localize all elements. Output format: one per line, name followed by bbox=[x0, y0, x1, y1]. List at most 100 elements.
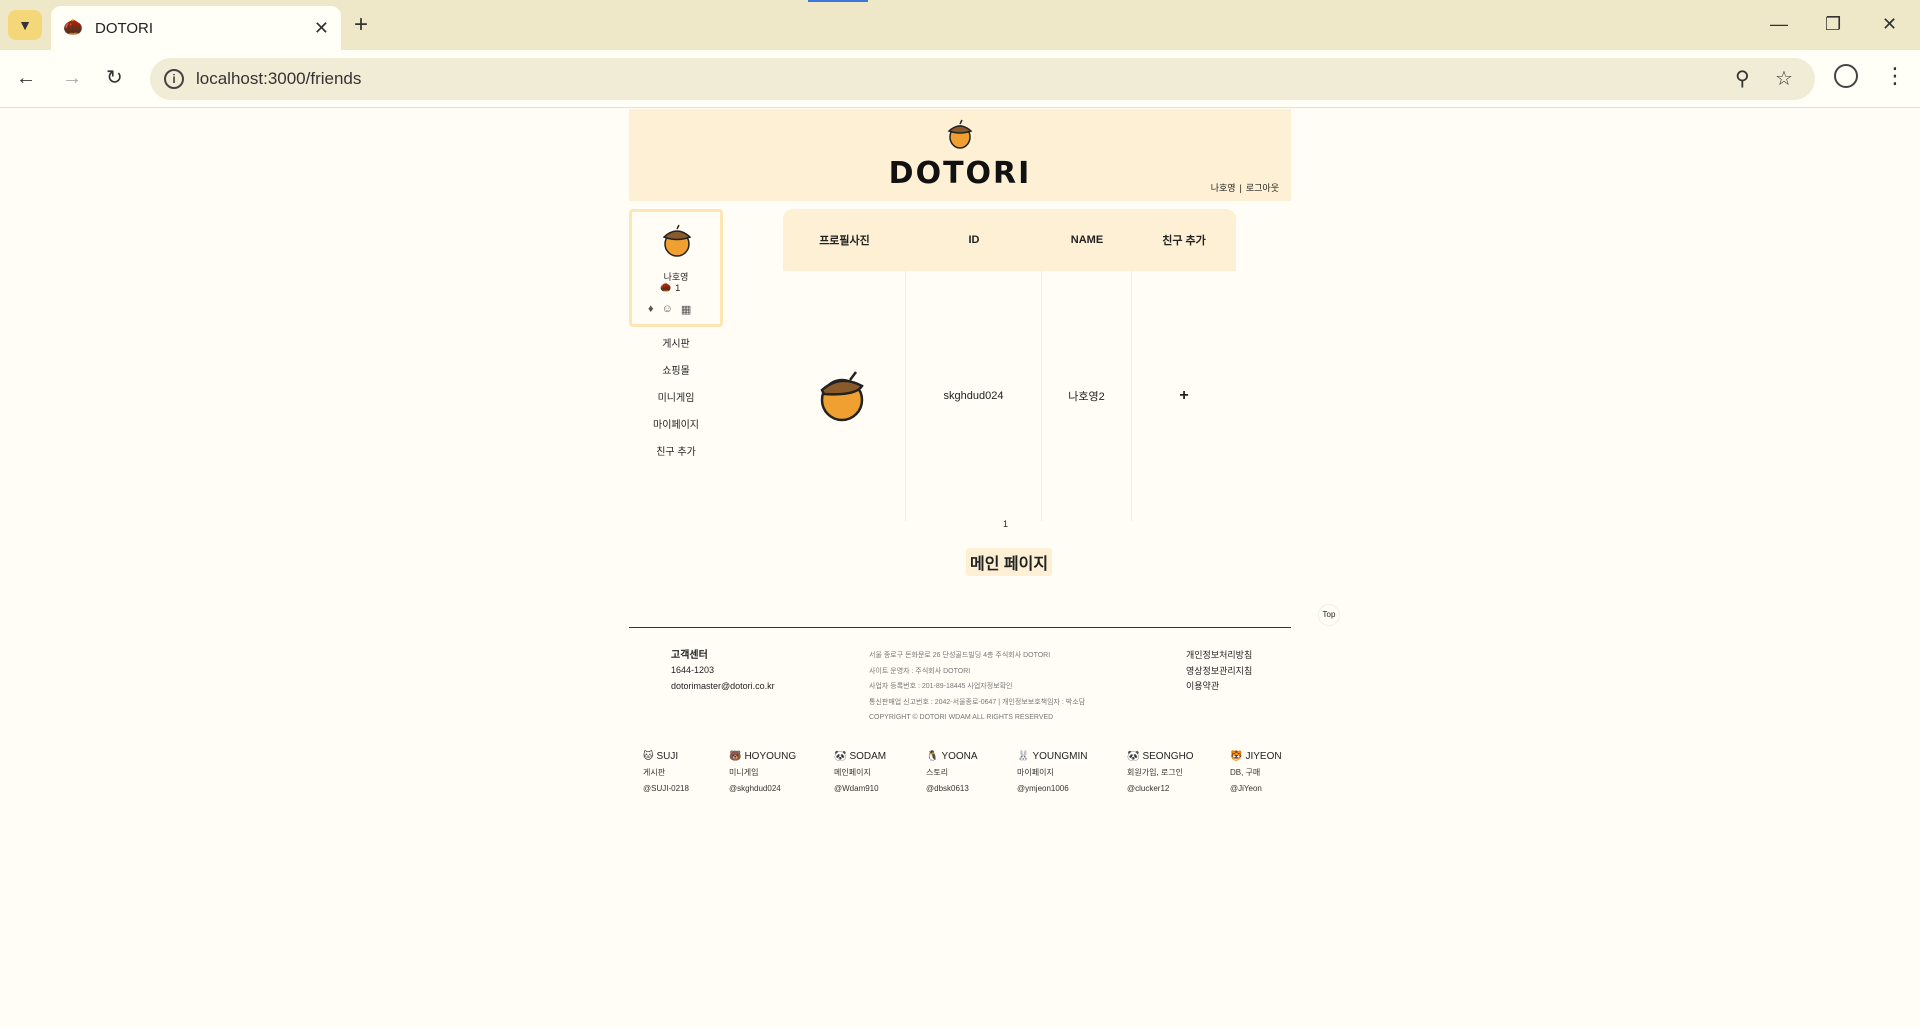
header-separator: | bbox=[1239, 183, 1242, 193]
member-role: 게시판 bbox=[643, 768, 666, 777]
column-header-profile: 프로필사진 bbox=[819, 235, 870, 247]
pagination-page-1[interactable]: 1 bbox=[1003, 519, 1008, 529]
terms-link[interactable]: 이용약관 bbox=[1186, 679, 1252, 695]
close-window-icon[interactable]: ✕ bbox=[1882, 12, 1897, 36]
acorn-logo-icon[interactable] bbox=[946, 119, 974, 149]
avatar bbox=[662, 224, 692, 257]
tiger-icon: 🐯 bbox=[1230, 751, 1243, 762]
back-icon[interactable]: ← bbox=[16, 64, 36, 92]
member-role: 회원가입, 로그인 bbox=[1127, 768, 1183, 777]
profile-actions: ♦ ☺ ▦ bbox=[648, 303, 691, 316]
browser-toolbar: ← → ↻ i localhost:3000/friends ⚲ ☆ ⋮ bbox=[0, 50, 1920, 108]
sidebar-item-board[interactable]: 게시판 bbox=[629, 336, 723, 363]
table-header: 프로필사진 ID NAME 친구 추가 bbox=[783, 209, 1236, 271]
browser-tab-bar: ▼ 🌰 DOTORI ✕ + — ❐ ✕ bbox=[0, 0, 1920, 50]
header-user-menu: 나호영 | 로그아웃 bbox=[1209, 181, 1281, 194]
customer-center-email: dotorimaster@dotori.co.kr bbox=[671, 681, 775, 691]
sidebar-item-add-friend[interactable]: 친구 추가 bbox=[629, 444, 723, 471]
more-menu-icon[interactable]: ⋮ bbox=[1884, 62, 1906, 90]
address-bar[interactable]: i localhost:3000/friends ⚲ ☆ bbox=[150, 58, 1815, 100]
member-role: DB, 구매 bbox=[1230, 768, 1261, 777]
member-name: SODAM bbox=[849, 751, 887, 762]
zoom-icon[interactable]: ⚲ bbox=[1735, 67, 1750, 91]
member-handle[interactable]: @ymjeon1006 bbox=[1017, 781, 1087, 797]
forward-icon[interactable]: → bbox=[62, 64, 82, 92]
member-handle[interactable]: @Wdam910 bbox=[834, 781, 886, 797]
member-yoona: 🐧 YOONA 스토리 @dbsk0613 bbox=[926, 749, 978, 797]
column-header-name: NAME bbox=[1070, 234, 1104, 246]
gift-icon[interactable]: ▦ bbox=[681, 303, 691, 316]
chevron-down-icon: ▼ bbox=[18, 17, 32, 33]
company-mail-order: 통신판매업 신고번호 : 2042-서울종로-0647 | 개인정보보호책임자 … bbox=[869, 698, 1086, 706]
member-handle[interactable]: @JiYeon bbox=[1230, 781, 1282, 797]
company-address: 서울 종로구 돈화문로 26 단성골드빌딩 4층 주식회사 DOTORI bbox=[869, 652, 1051, 659]
member-role: 미니게임 bbox=[729, 768, 759, 777]
member-name: HOYOUNG bbox=[744, 751, 797, 762]
acorn-avatar-icon bbox=[820, 371, 864, 422]
penguin-icon: 🐧 bbox=[926, 751, 939, 762]
tab-search-button[interactable]: ▼ bbox=[8, 10, 42, 40]
points-value: 1 bbox=[675, 282, 681, 293]
user-icon[interactable]: ☺ bbox=[662, 303, 673, 316]
new-tab-button[interactable]: + bbox=[354, 12, 368, 38]
member-seongho: 🐼 SEONGHO 회원가입, 로그인 @clucker12 bbox=[1127, 749, 1194, 797]
site-logo-text[interactable]: DOTORI bbox=[629, 156, 1291, 191]
member-name: JIYEON bbox=[1245, 751, 1282, 762]
member-handle[interactable]: @skghdud024 bbox=[729, 781, 796, 797]
member-name: YOUNGMIN bbox=[1032, 751, 1088, 762]
member-name: SEONGHO bbox=[1142, 751, 1194, 762]
reload-icon[interactable]: ↻ bbox=[106, 64, 123, 92]
bell-icon[interactable]: ♦ bbox=[648, 303, 654, 316]
loading-indicator bbox=[808, 0, 868, 2]
header-username[interactable]: 나호영 bbox=[1211, 183, 1236, 193]
member-role: 마이페이지 bbox=[1017, 768, 1054, 777]
member-handle[interactable]: @clucker12 bbox=[1127, 781, 1194, 797]
acorn-point-icon: 🌰 bbox=[660, 282, 672, 292]
company-info: 서울 종로구 돈화문로 26 단성골드빌딩 4층 주식회사 DOTORI 사이트… bbox=[869, 648, 1085, 726]
logout-link[interactable]: 로그아웃 bbox=[1246, 183, 1279, 193]
sidebar-item-mypage[interactable]: 마이페이지 bbox=[629, 417, 723, 444]
video-policy-link[interactable]: 영상정보관리지침 bbox=[1186, 664, 1252, 680]
sidebar-item-minigame[interactable]: 미니게임 bbox=[629, 390, 723, 417]
bookmark-star-icon[interactable]: ☆ bbox=[1775, 67, 1793, 91]
company-registration: 사업자 등록번호 : 201-89-18445 사업자정보확인 bbox=[869, 683, 1013, 690]
acorn-favicon-icon: 🌰 bbox=[63, 19, 83, 36]
panda-icon: 🐼 bbox=[1127, 751, 1140, 762]
column-header-add: 친구 추가 bbox=[1162, 235, 1206, 247]
scroll-top-button[interactable]: Top bbox=[1318, 604, 1340, 626]
profile-card: 나호영 🌰 1 ♦ ☺ ▦ bbox=[629, 209, 723, 327]
bear-icon: 🐻 bbox=[729, 751, 742, 762]
privacy-policy-link[interactable]: 개인정보처리방침 bbox=[1186, 648, 1252, 664]
main-page-link[interactable]: 메인 페이지 bbox=[966, 548, 1053, 576]
member-role: 스토리 bbox=[926, 768, 949, 777]
member-sodam: 🐼 SODAM 메인페이지 @Wdam910 bbox=[834, 749, 886, 797]
close-tab-icon[interactable]: ✕ bbox=[314, 18, 329, 38]
rabbit-icon: 🐰 bbox=[1017, 751, 1030, 762]
company-copyright: COPYRIGHT © DOTORI WDAM ALL RIGHTS RESER… bbox=[869, 714, 1054, 721]
member-hoyoung: 🐻 HOYOUNG 미니게임 @skghdud024 bbox=[729, 749, 796, 797]
profile-points: 🌰 1 bbox=[660, 282, 680, 293]
member-jiyeon: 🐯 JIYEON DB, 구매 @JiYeon bbox=[1230, 749, 1282, 797]
member-youngmin: 🐰 YOUNGMIN 마이페이지 @ymjeon1006 bbox=[1017, 749, 1087, 797]
friends-table: 프로필사진 ID NAME 친구 추가 skghdud024 나호영2 + bbox=[783, 209, 1236, 521]
friend-id-cell: skghdud024 bbox=[906, 271, 1042, 521]
company-operator: 사이트 운영자 : 주식회사 DOTORI bbox=[869, 667, 971, 675]
profile-avatar-icon[interactable] bbox=[1834, 64, 1858, 88]
raccoon-icon: 🐼 bbox=[834, 751, 847, 762]
restore-icon[interactable]: ❐ bbox=[1825, 12, 1841, 36]
site-info-icon[interactable]: i bbox=[164, 69, 184, 89]
friend-name-cell: 나호영2 bbox=[1042, 271, 1132, 521]
member-suji: 🐱 SUJI 게시판 @SUJI-0218 bbox=[643, 749, 689, 797]
customer-center-phone: 1644-1203 bbox=[671, 665, 715, 675]
url-text[interactable]: localhost:3000/friends bbox=[196, 69, 361, 89]
add-friend-button[interactable]: + bbox=[1179, 387, 1188, 405]
member-name: YOONA bbox=[941, 751, 978, 762]
member-handle[interactable]: @dbsk0613 bbox=[926, 781, 978, 797]
sidebar-item-shop[interactable]: 쇼핑몰 bbox=[629, 363, 723, 390]
footer-divider bbox=[629, 627, 1291, 628]
browser-tab[interactable]: 🌰 DOTORI ✕ bbox=[51, 6, 341, 50]
minimize-icon[interactable]: — bbox=[1770, 12, 1788, 36]
member-role: 메인페이지 bbox=[834, 768, 871, 777]
member-handle[interactable]: @SUJI-0218 bbox=[643, 781, 689, 797]
sidebar-nav: 게시판 쇼핑몰 미니게임 마이페이지 친구 추가 bbox=[629, 336, 723, 471]
